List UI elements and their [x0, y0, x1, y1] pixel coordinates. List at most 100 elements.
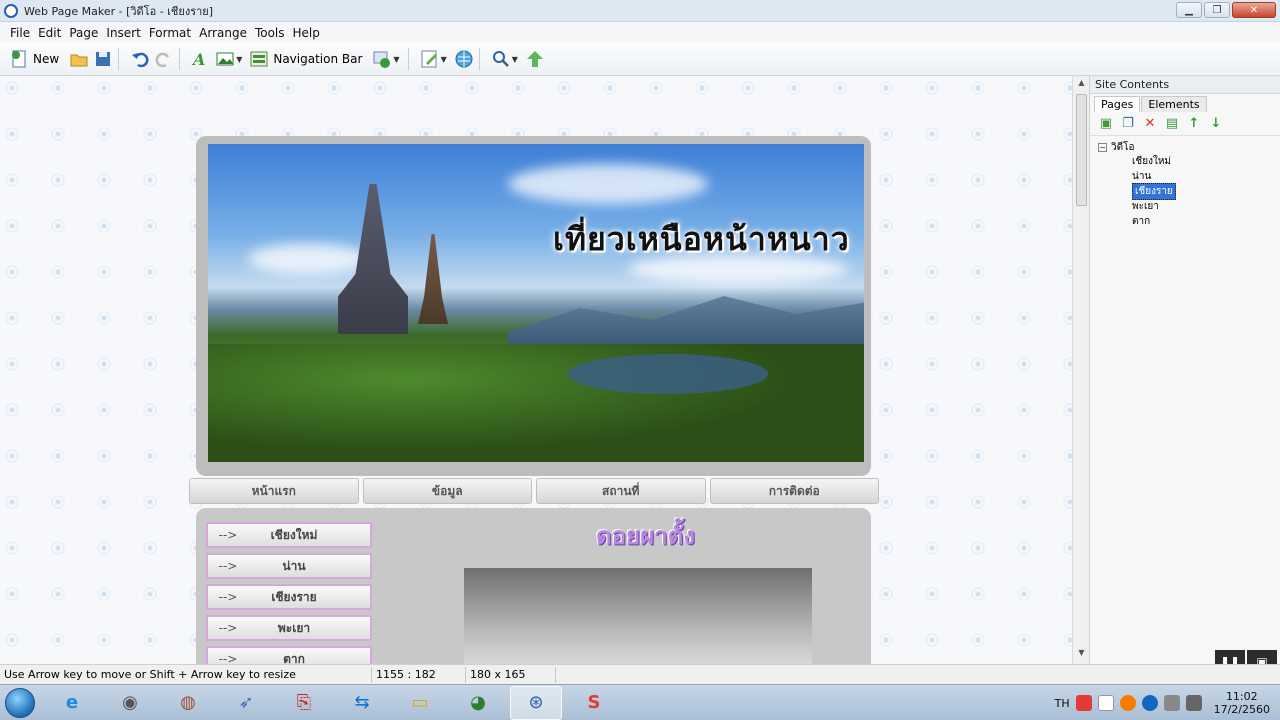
status-position: 1155 : 182 [372, 666, 466, 683]
content-photo[interactable] [464, 568, 812, 664]
tab-pages[interactable]: Pages [1094, 96, 1141, 112]
toolbar-separator [118, 48, 120, 70]
taskbar-teamviewer[interactable]: ⇆ [336, 686, 388, 720]
taskbar-recorder[interactable]: S [568, 686, 620, 720]
tree-item-label: เชียงใหม่ [1132, 156, 1172, 167]
side-item-tak[interactable]: --> ตาก [206, 646, 372, 664]
menu-insert[interactable]: Insert [102, 26, 144, 40]
side-item-phayao[interactable]: --> พะเยา [206, 615, 372, 641]
add-page-icon[interactable]: ▣ [1098, 116, 1114, 132]
insert-image-icon[interactable] [212, 49, 234, 69]
network-icon[interactable] [1185, 695, 1202, 711]
nav-home[interactable]: หน้าแรก [189, 478, 359, 504]
scroll-up-icon[interactable]: ▲ [1073, 78, 1090, 92]
taskbar-ie[interactable]: e [46, 686, 98, 720]
title-bar: Web Page Maker - [วิดีโอ - เชียงราย] ▁ ❐… [0, 0, 1280, 22]
copy-page-icon[interactable]: ❐ [1120, 116, 1136, 132]
internet-explorer-icon: e [65, 692, 79, 713]
collapse-icon[interactable]: − [1098, 142, 1107, 152]
garden-shape [208, 344, 864, 462]
delete-page-icon[interactable]: ✕ [1142, 116, 1158, 132]
zoom-dropdown-icon[interactable]: ▼ [512, 55, 518, 64]
minimize-button[interactable]: ▁ [1176, 2, 1202, 18]
cloud-shape [248, 244, 368, 274]
tree-root[interactable]: − วิดีโอ [1098, 140, 1272, 154]
tree-item[interactable]: น่าน [1132, 169, 1272, 184]
scroll-down-icon[interactable]: ▼ [1073, 648, 1090, 662]
content-title[interactable]: ดอยผาตั้ง [596, 516, 695, 555]
side-menu: --> เชียงใหม่ --> น่าน --> เชียงราย --> … [206, 522, 372, 664]
chat-tray-icon[interactable] [1097, 695, 1114, 711]
canvas-scrollbar[interactable]: ▲ ▼ [1072, 76, 1089, 664]
alert-tray-icon[interactable] [1119, 695, 1136, 711]
menu-help[interactable]: Help [289, 26, 324, 40]
tree-item-selected[interactable]: เชียงราย [1132, 183, 1272, 200]
move-down-icon[interactable]: ↓ [1208, 116, 1224, 132]
toolbar-separator [478, 48, 480, 70]
taskbar-pdf[interactable]: ⎘ [278, 686, 330, 720]
maximize-button[interactable]: ❐ [1204, 2, 1230, 18]
banner-frame[interactable]: เที่ยวเหนือหน้าหนาว [196, 136, 871, 476]
save-icon[interactable] [90, 49, 111, 69]
insert-shape-icon[interactable] [369, 49, 391, 69]
side-item-nan[interactable]: --> น่าน [206, 553, 372, 579]
tree-item[interactable]: พะเยา [1132, 199, 1272, 214]
open-folder-icon[interactable] [66, 49, 88, 69]
new-button[interactable]: New [6, 47, 62, 71]
content-frame[interactable]: --> เชียงใหม่ --> น่าน --> เชียงราย --> … [196, 508, 871, 664]
folder-icon: ▭ [411, 692, 429, 713]
start-button[interactable] [0, 685, 40, 720]
side-arrow: --> [218, 559, 238, 573]
bluetooth-icon[interactable] [1141, 695, 1158, 711]
taskbar-webpagemaker[interactable]: ⊛ [510, 685, 562, 720]
page-tree: − วิดีโอ เชียงใหม่ น่าน เชียงราย พะเยา ต… [1090, 136, 1280, 233]
side-arrow: --> [218, 528, 238, 542]
menu-arrange[interactable]: Arrange [195, 26, 251, 40]
taskbar-rocket[interactable]: ➶ [220, 686, 272, 720]
window-controls: ▁ ❐ ✕ [1176, 2, 1276, 18]
insert-text-icon[interactable]: A [188, 49, 208, 69]
recorder-tray-icon[interactable] [1075, 695, 1092, 711]
undo-icon[interactable] [127, 49, 149, 69]
image-dropdown-icon[interactable]: ▼ [236, 55, 242, 64]
app-icon [4, 3, 18, 18]
design-canvas[interactable]: เที่ยวเหนือหน้าหนาว หน้าแรก ข้อมูล สถานท… [0, 76, 1072, 664]
taskbar-app[interactable]: ◍ [162, 686, 214, 720]
nav-contact[interactable]: การติดต่อ [709, 478, 879, 504]
close-button[interactable]: ✕ [1232, 2, 1276, 18]
menu-format[interactable]: Format [145, 26, 195, 40]
shape-dropdown-icon[interactable]: ▼ [393, 55, 399, 64]
side-item-chiangrai[interactable]: --> เชียงราย [206, 584, 372, 610]
edit-page-icon[interactable] [417, 49, 437, 69]
redo-icon[interactable] [151, 49, 171, 69]
language-indicator[interactable]: TH [1055, 697, 1070, 710]
taskbar-chrome[interactable]: ◕ [452, 686, 504, 720]
menu-edit[interactable]: Edit [34, 26, 65, 40]
tab-elements[interactable]: Elements [1141, 96, 1207, 112]
tree-item[interactable]: ตาก [1132, 214, 1272, 229]
publish-arrow-icon[interactable] [522, 49, 543, 69]
taskbar-media[interactable]: ◉ [104, 686, 156, 720]
clock[interactable]: 11:02 17/2/2560 [1214, 690, 1270, 716]
windows-logo-icon [5, 687, 35, 718]
page-properties-icon[interactable]: ▤ [1164, 116, 1180, 132]
preview-globe-icon[interactable] [451, 49, 473, 69]
site-contents-panel: Site Contents Pages Elements ▣ ❐ ✕ ▤ ↑ ↓… [1089, 76, 1280, 674]
taskbar-explorer[interactable]: ▭ [394, 686, 446, 720]
zoom-icon[interactable] [488, 49, 509, 69]
nav-places[interactable]: สถานที่ [536, 478, 706, 504]
nav-info[interactable]: ข้อมูล [362, 478, 532, 504]
banner-image[interactable]: เที่ยวเหนือหน้าหนาว [208, 144, 864, 462]
side-item-chiangmai[interactable]: --> เชียงใหม่ [206, 522, 372, 548]
new-label: New [33, 52, 60, 66]
menu-file[interactable]: File [6, 26, 34, 40]
move-up-icon[interactable]: ↑ [1186, 116, 1202, 132]
navigation-bar-button[interactable]: Navigation Bar [246, 47, 365, 71]
app-icon: ◍ [180, 692, 196, 713]
tree-item[interactable]: เชียงใหม่ [1132, 154, 1272, 169]
menu-tools[interactable]: Tools [251, 26, 289, 40]
scrollbar-thumb[interactable] [1076, 94, 1087, 206]
menu-page[interactable]: Page [65, 26, 102, 40]
edit-dropdown-icon[interactable]: ▼ [441, 55, 447, 64]
volume-icon[interactable] [1163, 695, 1180, 711]
